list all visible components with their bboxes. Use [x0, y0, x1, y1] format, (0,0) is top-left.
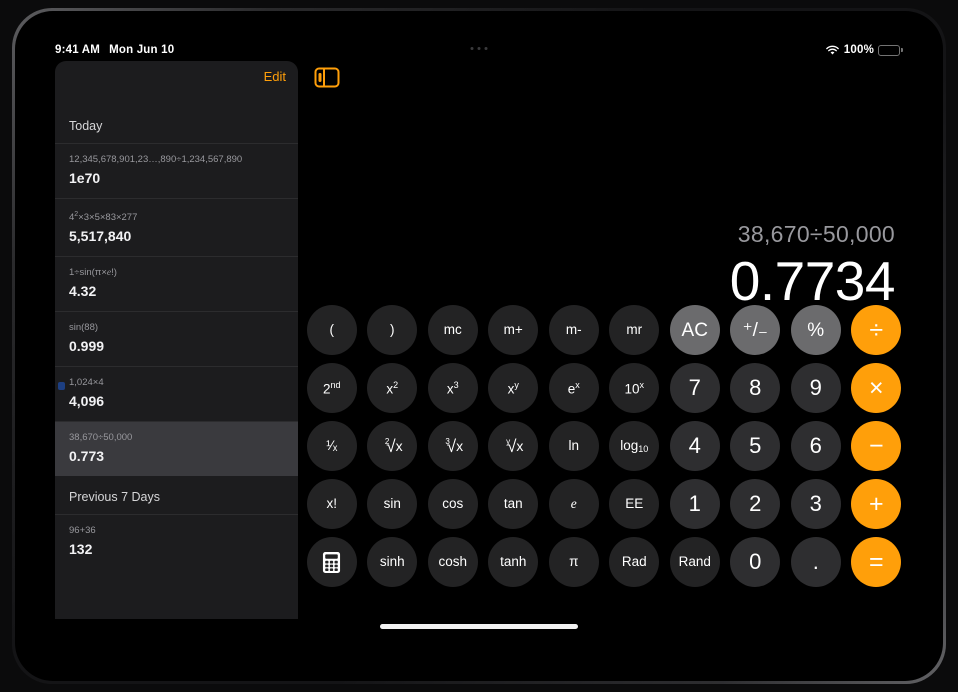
key-cosine[interactable]: cos [427, 479, 478, 529]
history-expression: sin(88) [69, 322, 99, 334]
key-memory-recall[interactable]: mr [609, 305, 660, 355]
key-cube-root[interactable]: 3 √ x [427, 421, 478, 471]
key-cube[interactable]: x3 [427, 363, 478, 413]
ipad-device-frame: 9:41 AM Mon Jun 10 100% Edit Today 12,34… [12, 8, 946, 684]
display-result: 0.7734 [729, 250, 896, 312]
history-row[interactable]: 1÷sin(π×e!) 4.32 [55, 256, 298, 311]
history-expression: 38,670÷50,000 [69, 432, 133, 444]
history-sidebar: Edit Today 12,345,678,901,23…,890÷1,234,5… [55, 61, 298, 619]
history-result: 4,096 [69, 393, 105, 410]
history-result: 132 [69, 541, 93, 558]
screen-speck [58, 382, 65, 390]
history-row[interactable]: 42×3×5×83×277 5,517,840 [55, 198, 298, 256]
key-multiply[interactable]: × [851, 363, 902, 413]
status-bar-left: 9:41 AM Mon Jun 10 [55, 44, 174, 56]
key-radians[interactable]: Rad [609, 537, 660, 587]
key-power-y[interactable]: xy [488, 363, 539, 413]
history-row[interactable]: sin(88) 0.999 [55, 311, 298, 366]
home-indicator [380, 624, 578, 629]
device-bezel: 9:41 AM Mon Jun 10 100% Edit Today 12,34… [15, 11, 943, 681]
key-9[interactable]: 9 [790, 363, 841, 413]
calculator-keypad[interactable]: () mc m+ m-mr AC ⁺/₋% ÷ 2nd x2 x3 xy ex 10x 7 8 9 × ¹⁄ₓ 2 √… [303, 305, 905, 587]
key-hyperbolic-cosine[interactable]: cosh [427, 537, 478, 587]
key-factorial[interactable]: x! [306, 479, 357, 529]
wifi-icon [825, 45, 840, 56]
key-exp-ten[interactable]: 10x [609, 363, 660, 413]
key-equals[interactable]: = [851, 537, 902, 587]
key-reciprocal[interactable]: ¹⁄ₓ [306, 421, 357, 471]
status-bar: 9:41 AM Mon Jun 10 100% [41, 39, 917, 61]
key-7[interactable]: 7 [669, 363, 720, 413]
history-row[interactable]: 1,024×4 4,096 [55, 366, 298, 421]
key-1[interactable]: 1 [669, 479, 720, 529]
history-result: 1e70 [69, 170, 101, 186]
key-log-base-10[interactable]: log10 [609, 421, 660, 471]
key-0[interactable]: 0 [730, 537, 781, 587]
ipad-screen: 9:41 AM Mon Jun 10 100% Edit Today 12,34… [41, 39, 917, 643]
history-section-header: Today [69, 119, 103, 133]
key-percent[interactable]: % [790, 305, 841, 355]
history-result: 0.999 [69, 338, 105, 355]
key-3[interactable]: 3 [790, 479, 841, 529]
key-8[interactable]: 8 [730, 363, 781, 413]
key-sine[interactable]: sin [367, 479, 418, 529]
camera-dots-icon [470, 47, 488, 50]
key-hyperbolic-sine[interactable]: sinh [367, 537, 418, 587]
key-square-root[interactable]: 2 √ x [367, 421, 418, 471]
status-bar-right: 100% [825, 44, 903, 56]
battery-percent-label: 100% [843, 44, 874, 56]
display-expression: 38,670÷50,000 [737, 221, 895, 247]
history-expression: 1,024×4 [69, 377, 104, 389]
status-time: 9:41 AM [55, 44, 101, 56]
sidebar-toggle-icon[interactable] [314, 67, 340, 88]
key-plus-minus[interactable]: ⁺/₋ [730, 305, 781, 355]
history-list[interactable]: Today 12,345,678,901,23…,890÷1,234,567,89… [55, 105, 298, 569]
key-subtract[interactable]: − [851, 421, 902, 471]
key-add[interactable]: + [851, 479, 902, 529]
key-4[interactable]: 4 [669, 421, 720, 471]
key-calculator-mode[interactable] [306, 537, 357, 587]
key-hyperbolic-tangent[interactable]: tanh [488, 537, 539, 587]
key-divide[interactable]: ÷ [851, 305, 902, 355]
key-scientific-notation[interactable]: EE [609, 479, 660, 529]
history-row[interactable]: 12,345,678,901,23…,890÷1,234,567,890 1e70 [55, 143, 298, 198]
history-expression: 42×3×5×83×277 [69, 211, 138, 224]
key-nth-root[interactable]: y √ x [488, 421, 539, 471]
calculator-icon [323, 551, 341, 573]
key-square[interactable]: x2 [367, 363, 418, 413]
key-pi[interactable]: π [548, 537, 599, 587]
history-section-header: Previous 7 Days [69, 490, 161, 505]
key-memory-subtract[interactable]: m- [548, 305, 599, 355]
calculator-display: 38,670÷50,000 0.7734 [275, 219, 896, 313]
history-result: 5,517,840 [69, 228, 132, 245]
key-exp-e[interactable]: ex [548, 363, 599, 413]
key-random[interactable]: Rand [669, 537, 720, 587]
history-expression: 12,345,678,901,23…,890÷1,234,567,890 [69, 154, 243, 165]
battery-icon [878, 44, 903, 56]
key-open-paren[interactable]: ( [306, 305, 357, 355]
key-all-clear[interactable]: AC [669, 305, 720, 355]
history-result: 4.32 [69, 283, 97, 300]
key-tangent[interactable]: tan [488, 479, 539, 529]
history-row[interactable]: 38,670÷50,000 0.773 [55, 421, 298, 477]
key-memory-add[interactable]: m+ [488, 305, 539, 355]
key-natural-log[interactable]: ln [548, 421, 599, 471]
key-euler[interactable]: e [548, 479, 599, 529]
sidebar-toolbar: Edit [55, 61, 298, 105]
history-result: 0.773 [69, 448, 105, 465]
key-close-paren[interactable]: ) [367, 305, 418, 355]
history-expression: 1÷sin(π×e!) [69, 267, 117, 279]
key-6[interactable]: 6 [790, 421, 841, 471]
key-5[interactable]: 5 [730, 421, 781, 471]
key-second-function[interactable]: 2nd [306, 363, 357, 413]
history-expression: 96+36 [69, 525, 96, 537]
history-row[interactable]: 96+36 132 [55, 514, 298, 569]
status-date: Mon Jun 10 [109, 44, 175, 56]
key-memory-clear[interactable]: mc [427, 305, 478, 355]
key-2[interactable]: 2 [730, 479, 781, 529]
key-decimal-point[interactable]: . [790, 537, 841, 587]
edit-button[interactable]: Edit [264, 69, 286, 84]
